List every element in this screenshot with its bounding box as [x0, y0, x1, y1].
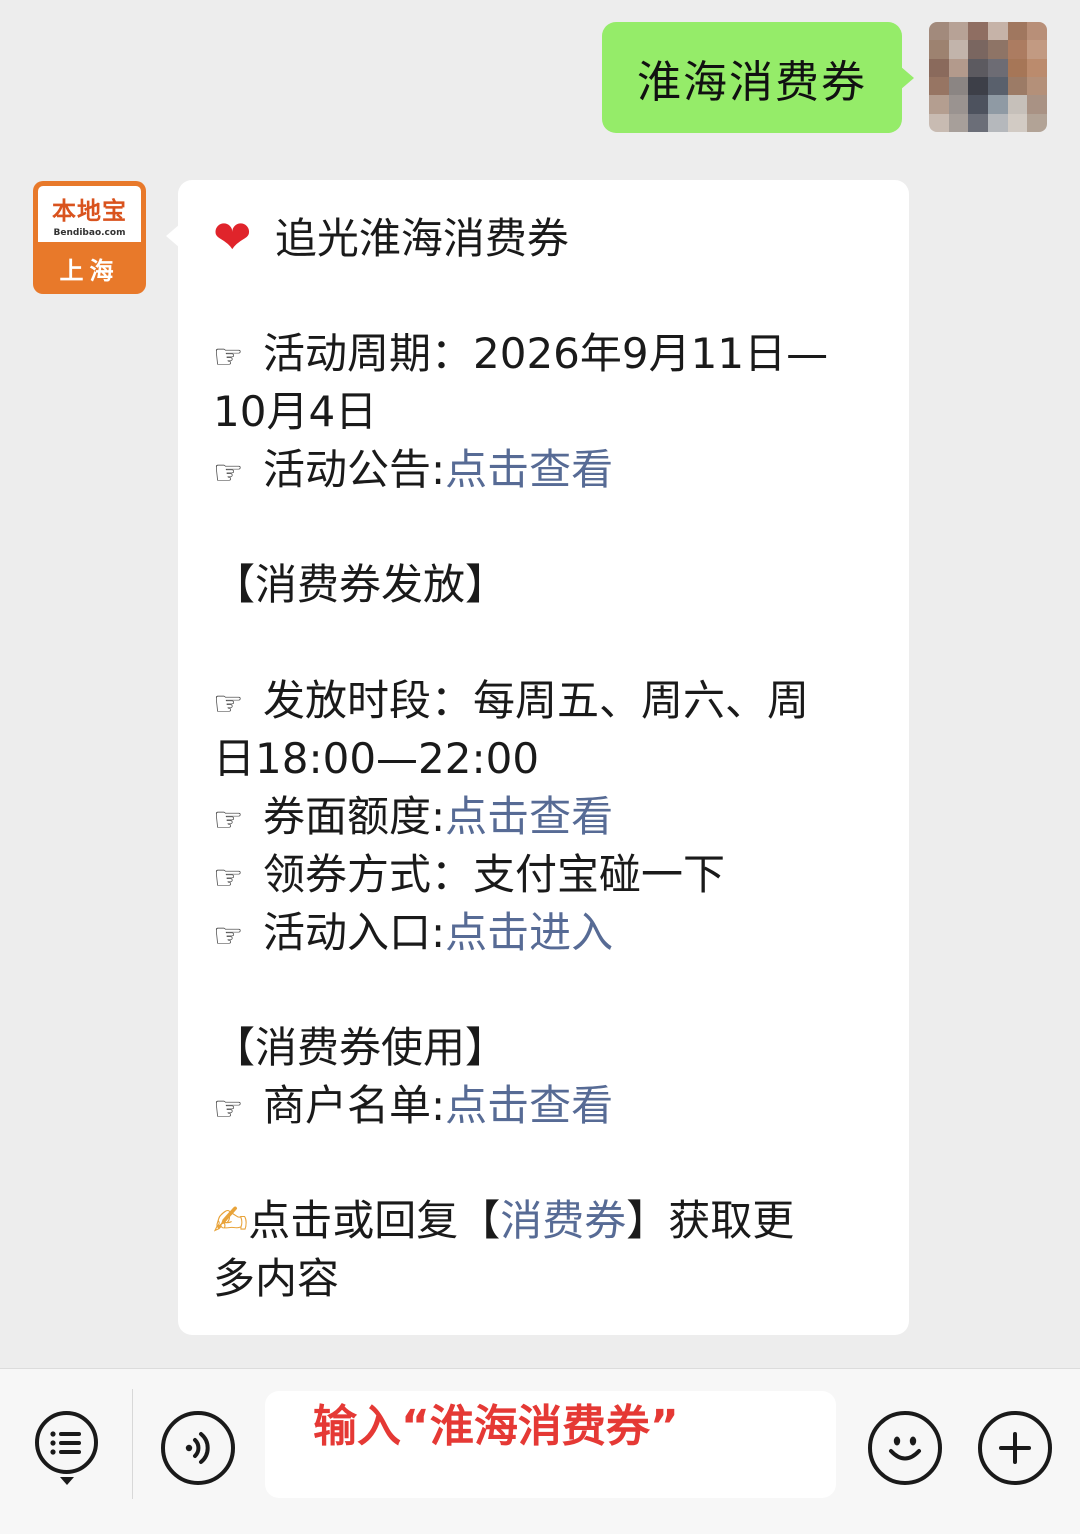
notice-link[interactable]: 点击查看 [445, 445, 613, 494]
time-label: 发放时段： [263, 676, 474, 725]
notice-label: 活动公告: [263, 445, 446, 494]
avatar-city-text: 上海 [59, 256, 120, 285]
amount-label: 券面额度: [263, 792, 446, 841]
writing-hand-icon: ✍ [213, 1196, 249, 1245]
pointing-hand-icon: ☞ [213, 858, 244, 898]
input-bar: 输入“淮海消费券” [0, 1368, 1080, 1534]
period-label: 活动周期： [263, 329, 474, 378]
bar-divider [132, 1389, 133, 1499]
merchant-line: ☞ 商户名单:点击查看 [213, 1077, 613, 1138]
outgoing-message-bubble[interactable]: 淮海消费券 [602, 22, 914, 133]
user-avatar[interactable] [929, 22, 1047, 132]
pointing-hand-icon: ☞ [213, 337, 244, 377]
pointing-hand-icon: ☞ [213, 916, 244, 956]
menu-caret-icon [60, 1477, 74, 1485]
pointing-hand-icon: ☞ [213, 1089, 244, 1129]
emoji-icon[interactable] [868, 1411, 942, 1485]
method-value: 支付宝碰一下 [473, 850, 726, 899]
section-issue-heading: 【消费券发放】 [213, 560, 508, 609]
period-line-cont: 10月4日 [213, 383, 377, 441]
heart-icon: ❤ [213, 210, 252, 264]
incoming-message-bubble: ❤ 追光淮海消费券 ☞ 活动周期：2026年9月11日— 10月4日 ☞ 活动公告:… [166, 180, 909, 1335]
plus-icon[interactable] [978, 1411, 1052, 1485]
footer-text-end: 】获取更 [626, 1196, 795, 1245]
entry-label: 活动入口: [263, 908, 446, 957]
method-label: 领券方式： [263, 850, 474, 899]
entry-line: ☞ 活动入口:点击进入 [213, 904, 613, 965]
footer-line-cont: 多内容 [213, 1250, 339, 1308]
footer-text-cont: 多内容 [213, 1254, 340, 1303]
pointing-hand-icon: ☞ [213, 684, 244, 724]
message-title-line: ❤ 追光淮海消费券 [213, 208, 569, 268]
period-value-cont: 10月4日 [213, 387, 378, 436]
time-line-cont: 日18:00—22:00 [213, 730, 539, 788]
avatar-brand-text: 本地宝 [52, 195, 127, 225]
avatar-domain-text: Bendibao.com [53, 227, 126, 238]
menu-list-icon[interactable] [35, 1411, 98, 1474]
entry-link[interactable]: 点击进入 [445, 908, 613, 957]
period-line: ☞ 活动周期：2026年9月11日— [213, 325, 828, 386]
footer-line: ✍点击或回复【消费券】获取更 [213, 1192, 794, 1250]
voice-icon[interactable] [161, 1411, 235, 1485]
merchant-label: 商户名单: [263, 1081, 446, 1130]
method-line: ☞ 领券方式：支付宝碰一下 [213, 846, 725, 907]
footer-text: 点击或回复【 [248, 1196, 501, 1245]
message-title: 追光淮海消费券 [274, 214, 569, 263]
avatar-logo: 本地宝 Bendibao.com [38, 186, 141, 242]
amount-line: ☞ 券面额度:点击查看 [213, 788, 613, 849]
section-use-heading: 【消费券使用】 [213, 1023, 508, 1072]
pointing-hand-icon: ☞ [213, 800, 244, 840]
amount-link[interactable]: 点击查看 [445, 792, 613, 841]
footer-keyword-link[interactable]: 消费券 [500, 1196, 626, 1245]
notice-line: ☞ 活动公告:点击查看 [213, 441, 613, 502]
merchant-link[interactable]: 点击查看 [445, 1081, 613, 1130]
pointing-hand-icon: ☞ [213, 453, 244, 493]
message-input[interactable]: 输入“淮海消费券” [265, 1391, 836, 1498]
time-value: 每周五、周六、周 [473, 676, 810, 725]
period-value: 2026年9月11日— [473, 329, 829, 378]
time-value-cont: 日18:00—22:00 [213, 734, 540, 783]
bendibao-avatar[interactable]: 本地宝 Bendibao.com 上海 [33, 181, 146, 294]
chat-area: 淮海消费券 本地宝 Bendibao.com 上海 ❤ 追光淮海消费券 ☞ 活动周… [0, 0, 1080, 1368]
time-line: ☞ 发放时段：每周五、周六、周 [213, 672, 809, 733]
